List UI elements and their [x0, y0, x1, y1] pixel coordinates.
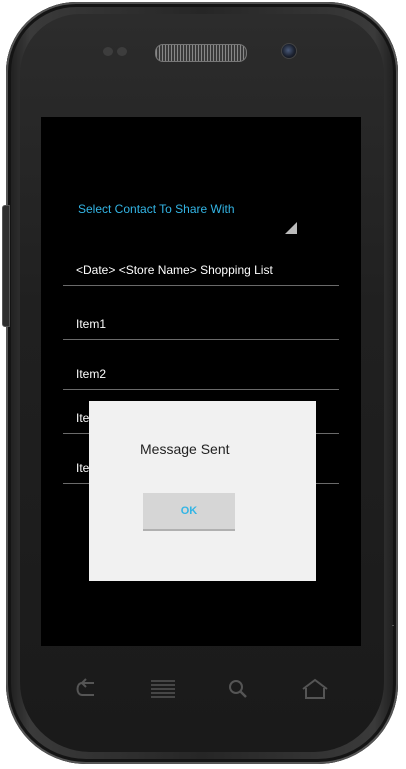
contact-spinner-arrow-icon[interactable] [285, 222, 297, 234]
back-icon[interactable] [72, 678, 102, 700]
list-item-label: Item2 [76, 367, 107, 381]
dialog-message: Message Sent [140, 441, 230, 457]
stray-mark [392, 625, 394, 626]
home-icon[interactable] [300, 678, 330, 700]
search-icon[interactable] [224, 678, 254, 700]
earpiece-speaker [155, 44, 247, 62]
proximity-sensor [103, 47, 113, 56]
list-title-text: <Date> <Store Name> Shopping List [76, 263, 273, 277]
light-sensor [117, 47, 127, 56]
ok-button[interactable]: OK [143, 493, 235, 531]
front-camera [281, 43, 297, 59]
menu-icon[interactable] [148, 678, 178, 700]
message-sent-dialog: Message Sent OK [89, 401, 316, 581]
list-item[interactable]: Item2 [63, 363, 339, 390]
list-title-row[interactable]: <Date> <Store Name> Shopping List [63, 259, 339, 286]
list-item[interactable]: Item1 [63, 313, 339, 340]
device-screen: Select Contact To Share With <Date> <Sto… [41, 117, 361, 646]
select-contact-label[interactable]: Select Contact To Share With [78, 202, 235, 216]
list-item-label: Item1 [76, 317, 107, 331]
volume-key [2, 205, 10, 327]
